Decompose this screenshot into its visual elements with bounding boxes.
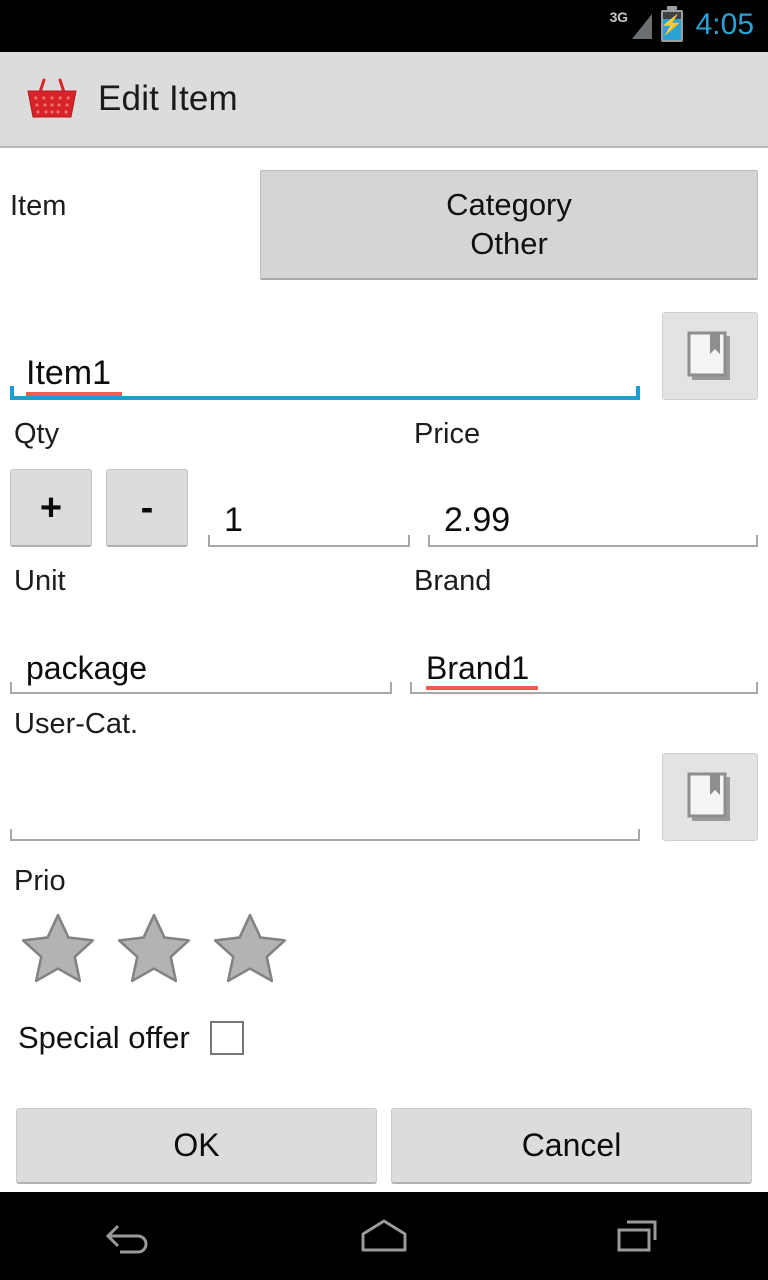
brand-label: Brand bbox=[414, 565, 492, 597]
item-name-picker-button[interactable] bbox=[662, 312, 758, 400]
status-bar: 3G ⚡ 4:05 bbox=[0, 0, 768, 52]
app-title-bar: Edit Item bbox=[0, 52, 768, 150]
qty-price-row: + - 1 2.99 bbox=[10, 461, 758, 547]
bookmark-icon bbox=[687, 772, 730, 821]
user-cat-picker-button[interactable] bbox=[662, 753, 758, 841]
user-cat-label: User-Cat. bbox=[14, 708, 139, 740]
battery-charging-icon: ⚡ bbox=[659, 10, 684, 42]
unit-label: Unit bbox=[14, 565, 66, 597]
prio-label: Prio bbox=[14, 865, 66, 897]
category-button-value: Other bbox=[470, 225, 548, 261]
price-label: Price bbox=[414, 418, 481, 450]
qty-increment-button[interactable]: + bbox=[10, 469, 92, 547]
qty-decrement-button[interactable]: - bbox=[106, 469, 188, 547]
home-icon bbox=[361, 1219, 407, 1252]
cancel-button[interactable]: Cancel bbox=[391, 1108, 752, 1184]
android-navigation-bar bbox=[0, 1192, 768, 1280]
price-value: 2.99 bbox=[444, 501, 511, 539]
item-name-input[interactable]: Item1 bbox=[10, 328, 640, 400]
category-button-heading: Category bbox=[446, 186, 572, 222]
nav-recents-button[interactable] bbox=[565, 1192, 715, 1280]
user-cat-underline bbox=[10, 829, 640, 841]
user-cat-value bbox=[10, 831, 26, 841]
brand-spellcheck-underline bbox=[426, 686, 538, 690]
star-icon-3[interactable] bbox=[210, 910, 290, 986]
unit-brand-row: package Brand1 bbox=[10, 610, 758, 694]
user-cat-input[interactable] bbox=[10, 765, 640, 841]
qty-label: Qty bbox=[14, 418, 60, 450]
signal-bars-glyph bbox=[631, 14, 652, 39]
category-button[interactable]: Category Other bbox=[260, 170, 758, 280]
nav-home-button[interactable] bbox=[309, 1192, 459, 1280]
back-arrow-icon bbox=[105, 1224, 148, 1254]
unit-brand-label-row: Unit Brand bbox=[10, 567, 758, 596]
item-category-row: Item Category Other bbox=[10, 170, 758, 290]
qty-input[interactable]: 1 bbox=[208, 475, 410, 547]
item-name-spellcheck-underline bbox=[26, 392, 122, 396]
unit-input[interactable]: package bbox=[10, 622, 392, 694]
special-offer-label: Special offer bbox=[18, 1020, 190, 1055]
qty-value: 1 bbox=[224, 501, 243, 539]
charging-bolt-glyph: ⚡ bbox=[659, 15, 684, 36]
star-icon-1[interactable] bbox=[18, 910, 98, 986]
recent-apps-icon bbox=[617, 1220, 657, 1252]
prio-star-rating[interactable] bbox=[10, 910, 758, 986]
shopping-basket-icon bbox=[24, 76, 80, 122]
network-type-label: 3G bbox=[609, 9, 628, 25]
page-title: Edit Item bbox=[98, 79, 238, 118]
nav-back-button[interactable] bbox=[53, 1192, 203, 1280]
qty-controls: + - 1 bbox=[10, 469, 410, 547]
status-clock: 4:05 bbox=[695, 8, 754, 41]
price-input[interactable]: 2.99 bbox=[428, 475, 758, 547]
bookmark-icon bbox=[687, 331, 730, 380]
edit-item-form: Item Category Other Item1 Qty Price + - … bbox=[0, 148, 768, 1192]
user-cat-row bbox=[10, 749, 758, 841]
ok-button[interactable]: OK bbox=[16, 1108, 377, 1184]
item-name-row: Item1 bbox=[10, 308, 758, 400]
android-screen: 3G ⚡ 4:05 Edit Item Item Category Other … bbox=[0, 0, 768, 1280]
status-icons: 3G ⚡ 4:05 bbox=[610, 9, 754, 43]
brand-input[interactable]: Brand1 bbox=[410, 622, 758, 694]
special-offer-row[interactable]: Special offer bbox=[10, 1020, 758, 1056]
form-spacer bbox=[10, 1056, 758, 1108]
dialog-actions: OK Cancel bbox=[10, 1108, 758, 1192]
unit-value: package bbox=[26, 650, 147, 686]
item-label: Item bbox=[10, 190, 67, 222]
star-icon-2[interactable] bbox=[114, 910, 194, 986]
qty-price-label-row: Qty Price bbox=[10, 420, 758, 449]
signal-triangle-icon: 3G bbox=[610, 9, 652, 43]
special-offer-checkbox[interactable] bbox=[209, 1021, 244, 1055]
